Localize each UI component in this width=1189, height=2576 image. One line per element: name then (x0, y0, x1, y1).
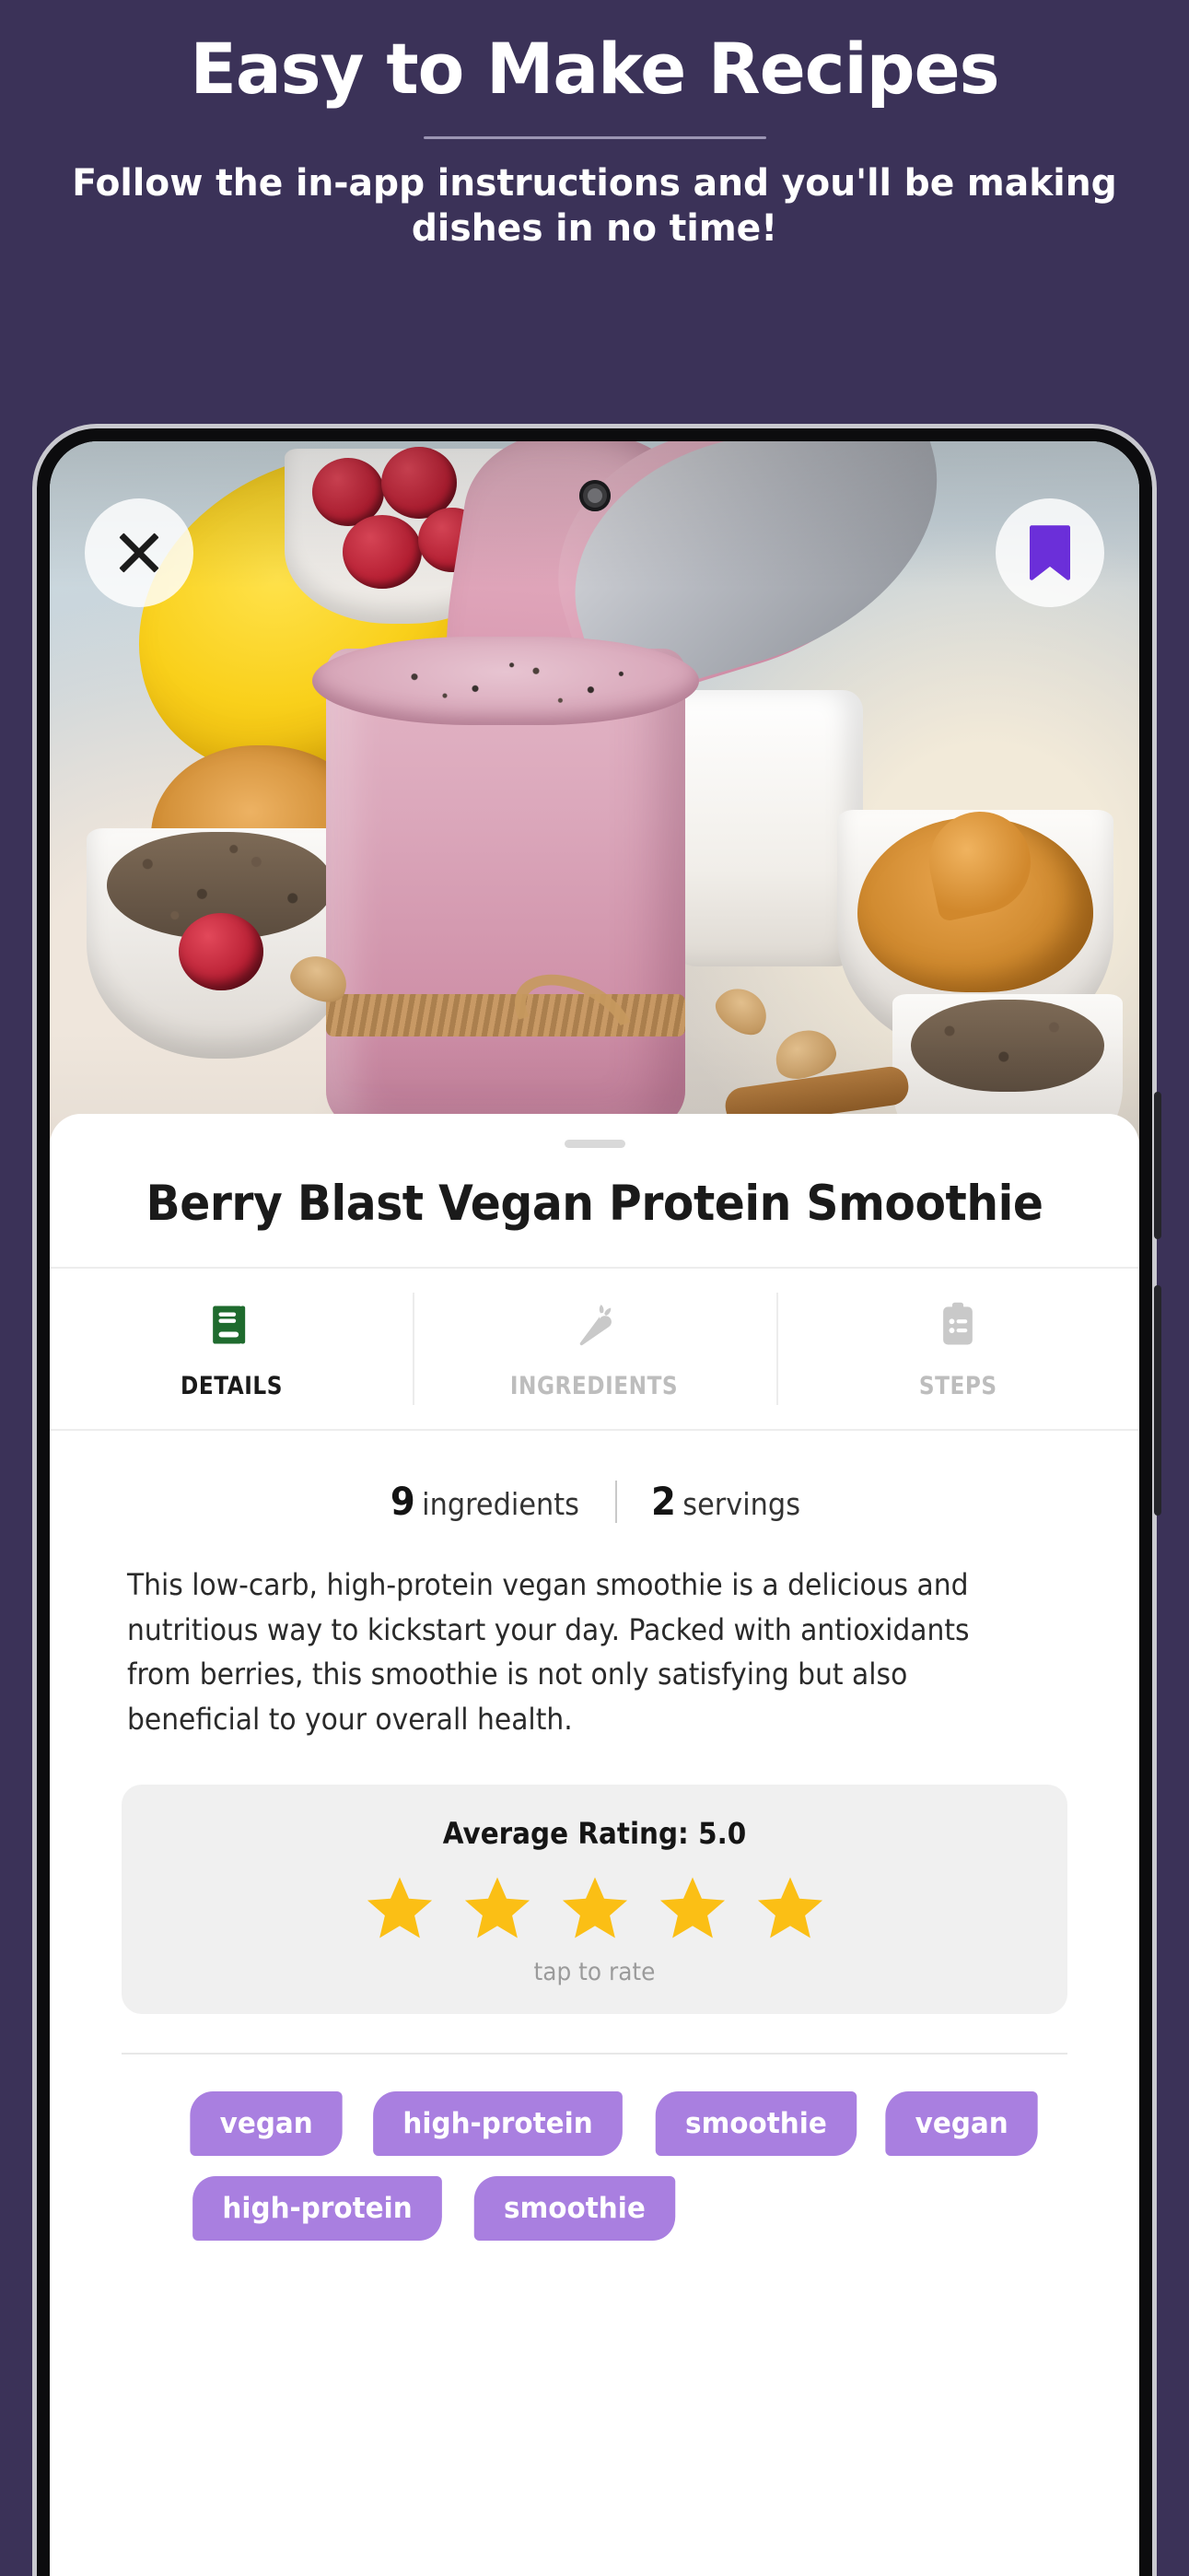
bookmark-button[interactable] (996, 498, 1104, 607)
carrot-icon (580, 1304, 612, 1345)
tab-steps[interactable]: STEPS (775, 1269, 1139, 1429)
star-icon-5[interactable] (754, 1875, 826, 1943)
servings-count: 2 (650, 1479, 676, 1524)
phone-mockup: Berry Blast Vegan Protein Smoothie DETAI… (32, 424, 1161, 2576)
front-camera (578, 480, 611, 511)
clipboard-icon (942, 1302, 973, 1344)
tab-details[interactable]: DETAILS (50, 1269, 413, 1429)
tab-details-label: DETAILS (180, 1371, 283, 1400)
close-button[interactable] (85, 498, 193, 607)
tag-chip[interactable]: vegan (885, 2090, 1039, 2156)
tag-chip[interactable]: high-protein (373, 2090, 624, 2156)
star-icon-4[interactable] (657, 1875, 729, 1943)
ingredients-label: ingredients (422, 1486, 579, 1522)
rating-card: Average Rating: 5.0 tap to rate (122, 1784, 1067, 2014)
tag-chip[interactable]: smoothie (655, 2090, 857, 2156)
recipe-hero-image (50, 441, 1139, 1178)
promo-subtitle: Follow the in-app instructions and you'l… (72, 162, 1117, 250)
promo-header: Easy to Make Recipes Follow the in-app i… (0, 0, 1189, 405)
servings-label: servings (682, 1486, 800, 1522)
tags-divider (122, 2052, 1067, 2055)
tab-ingredients[interactable]: INGREDIENTS (413, 1269, 775, 1429)
bookmark-icon (1029, 525, 1070, 580)
phone-volume-button[interactable] (1154, 1092, 1161, 1239)
star-icon-3[interactable] (559, 1875, 631, 1943)
tag-chip[interactable]: high-protein (192, 2175, 443, 2241)
tab-ingredients-label: INGREDIENTS (510, 1371, 679, 1400)
ingredients-count-group: 9 ingredients (391, 1479, 579, 1524)
phone-screen: Berry Blast Vegan Protein Smoothie DETAI… (50, 441, 1139, 2576)
book-icon (213, 1305, 246, 1344)
recipe-tabs: DETAILS INGREDIENTS STEPS (50, 1267, 1139, 1431)
recipe-title: Berry Blast Vegan Protein Smoothie (146, 1176, 1043, 1232)
rating-stars[interactable] (122, 1875, 1067, 1943)
recipe-detail-sheet: Berry Blast Vegan Protein Smoothie DETAI… (50, 1114, 1139, 2576)
recipe-tags: vegan high-protein smoothie vegan high-p… (186, 2090, 1139, 2241)
tag-chip[interactable]: vegan (190, 2090, 344, 2156)
close-icon (117, 531, 161, 575)
tab-steps-label: STEPS (918, 1371, 997, 1400)
hero-photo-art (50, 441, 1139, 1178)
tag-chip[interactable]: smoothie (473, 2175, 676, 2241)
average-rating-label: Average Rating: 5.0 (442, 1815, 747, 1851)
recipe-description: This low-carb, high-protein vegan smooth… (127, 1567, 970, 1737)
star-icon-1[interactable] (364, 1875, 436, 1943)
sheet-drag-handle[interactable] (564, 1140, 625, 1148)
meta-separator (614, 1480, 617, 1523)
promo-title: Easy to Make Recipes (190, 28, 999, 110)
phone-power-button[interactable] (1154, 1285, 1161, 1516)
tap-to-rate-hint[interactable]: tap to rate (159, 1958, 1030, 1986)
star-icon-2[interactable] (461, 1875, 533, 1943)
ingredients-count: 9 (390, 1479, 415, 1524)
recipe-meta-row: 9 ingredients 2 servings (50, 1479, 1139, 1524)
promo-divider (423, 136, 766, 140)
servings-count-group: 2 servings (651, 1479, 800, 1524)
